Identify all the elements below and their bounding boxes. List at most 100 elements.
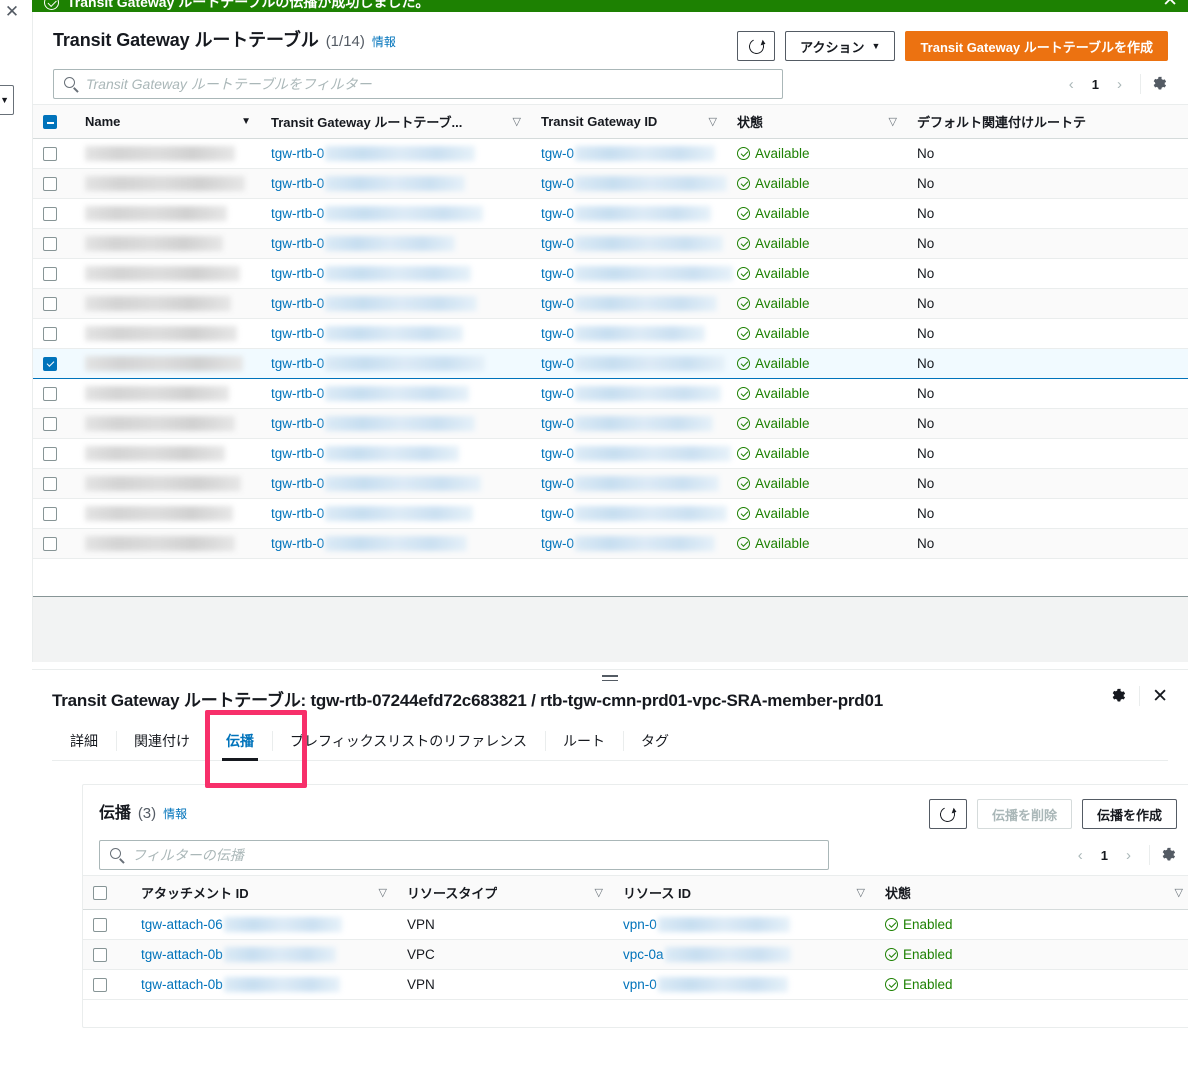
- row-checkbox-cell[interactable]: [33, 528, 75, 559]
- route-table-id-link[interactable]: tgw-rtb-0: [271, 176, 324, 191]
- delete-propagation-button[interactable]: 伝播を削除: [976, 799, 1072, 829]
- table-row[interactable]: tgw-rtb-0 tgw-0 Available No: [33, 498, 1188, 529]
- column-header-resource-type[interactable]: リソースタイプ ▽: [397, 875, 613, 910]
- transit-gateway-id-link[interactable]: tgw-0: [541, 206, 574, 221]
- row-checkbox-cell[interactable]: [33, 258, 75, 289]
- cell-transit-gateway-id[interactable]: tgw-0: [531, 438, 732, 469]
- column-header-state[interactable]: 状態 ▽: [875, 875, 1188, 910]
- edge-close-icon[interactable]: ✕: [2, 2, 22, 22]
- propagations-info-link[interactable]: 情報: [163, 805, 187, 822]
- transit-gateway-id-link[interactable]: tgw-0: [541, 146, 574, 161]
- transit-gateway-id-link[interactable]: tgw-0: [541, 266, 574, 281]
- row-checkbox[interactable]: [43, 237, 57, 252]
- cell-transit-gateway-id[interactable]: tgw-0: [531, 348, 727, 379]
- row-checkbox-cell[interactable]: [83, 969, 131, 1000]
- route-table-id-link[interactable]: tgw-rtb-0: [271, 446, 324, 461]
- tab-1[interactable]: 詳細: [52, 722, 116, 760]
- tab-4[interactable]: プレフィックスリストのリファレンス: [272, 722, 545, 760]
- detail-close-icon[interactable]: ✕: [1152, 687, 1168, 706]
- cell-route-table-id[interactable]: tgw-rtb-0: [261, 228, 531, 259]
- cell-transit-gateway-id[interactable]: tgw-0: [531, 258, 734, 289]
- cell-route-table-id[interactable]: tgw-rtb-0: [261, 348, 531, 379]
- route-table-id-link[interactable]: tgw-rtb-0: [271, 416, 324, 431]
- transit-gateway-id-link[interactable]: tgw-0: [541, 176, 574, 191]
- cell-attachment-id[interactable]: tgw-attach-0b: [131, 969, 397, 1000]
- cell-attachment-id[interactable]: tgw-attach-06: [131, 909, 397, 940]
- detail-preferences-gear-icon[interactable]: [1110, 688, 1127, 705]
- row-checkbox-cell[interactable]: [33, 168, 75, 199]
- row-checkbox[interactable]: [43, 147, 57, 162]
- prev-page-button[interactable]: ‹: [1061, 76, 1082, 93]
- row-checkbox[interactable]: [93, 918, 107, 933]
- flash-close-icon[interactable]: ✕: [1162, 0, 1178, 11]
- column-header-state[interactable]: 状態 ▽: [727, 104, 907, 139]
- page-1-button[interactable]: 1: [1095, 848, 1114, 863]
- row-checkbox[interactable]: [93, 948, 107, 963]
- cell-resource-id[interactable]: vpn-0: [613, 909, 875, 940]
- cell-transit-gateway-id[interactable]: tgw-0: [531, 468, 727, 499]
- route-table-id-link[interactable]: tgw-rtb-0: [271, 536, 324, 551]
- row-checkbox-cell[interactable]: [83, 939, 131, 970]
- row-checkbox[interactable]: [43, 207, 57, 222]
- resource-id-link[interactable]: vpn-0: [623, 977, 657, 992]
- row-checkbox[interactable]: [43, 507, 57, 522]
- refresh-button[interactable]: [737, 31, 776, 61]
- route-table-id-link[interactable]: tgw-rtb-0: [271, 236, 324, 251]
- column-header-route-table-id[interactable]: Transit Gateway ルートテーブ... ▽: [261, 104, 531, 139]
- transit-gateway-id-link[interactable]: tgw-0: [541, 326, 574, 341]
- row-checkbox[interactable]: [43, 387, 57, 402]
- cell-attachment-id[interactable]: tgw-attach-0b: [131, 939, 397, 970]
- propagations-preferences-gear-icon[interactable]: [1160, 847, 1177, 864]
- row-checkbox[interactable]: [43, 327, 57, 342]
- cell-transit-gateway-id[interactable]: tgw-0: [531, 198, 727, 229]
- cell-route-table-id[interactable]: tgw-rtb-0: [261, 528, 531, 559]
- cell-route-table-id[interactable]: tgw-rtb-0: [261, 288, 531, 319]
- column-header-default-association[interactable]: デフォルト関連付けルートテ: [907, 104, 1188, 139]
- route-table-id-link[interactable]: tgw-rtb-0: [271, 386, 324, 401]
- cell-transit-gateway-id[interactable]: tgw-0: [531, 528, 727, 559]
- table-row[interactable]: tgw-attach-0b VPC vpc-0a Enabled: [83, 939, 1188, 970]
- table-row[interactable]: tgw-rtb-0 tgw-0 Available No: [33, 198, 1188, 229]
- row-checkbox[interactable]: [93, 978, 107, 993]
- table-row[interactable]: tgw-rtb-0 tgw-0 Available No: [33, 138, 1188, 169]
- route-table-id-link[interactable]: tgw-rtb-0: [271, 296, 324, 311]
- cell-route-table-id[interactable]: tgw-rtb-0: [261, 198, 531, 229]
- column-header-transit-gateway-id[interactable]: Transit Gateway ID ▽: [531, 104, 727, 139]
- route-table-id-link[interactable]: tgw-rtb-0: [271, 506, 324, 521]
- cell-resource-id[interactable]: vpn-0: [613, 969, 875, 1000]
- row-checkbox[interactable]: [43, 357, 57, 372]
- propagations-search-box[interactable]: [99, 840, 829, 870]
- table-row[interactable]: tgw-rtb-0 tgw-0 Available No: [33, 318, 1188, 349]
- cell-resource-id[interactable]: vpc-0a: [613, 939, 875, 970]
- transit-gateway-id-link[interactable]: tgw-0: [541, 476, 574, 491]
- row-checkbox-cell[interactable]: [33, 288, 75, 319]
- table-row[interactable]: tgw-rtb-0 tgw-0 Available No: [33, 378, 1188, 409]
- cell-transit-gateway-id[interactable]: tgw-0: [531, 408, 727, 439]
- edge-dropdown-button[interactable]: ▼: [0, 85, 14, 115]
- prev-page-button[interactable]: ‹: [1070, 847, 1091, 864]
- row-checkbox-cell[interactable]: [33, 318, 75, 349]
- row-checkbox-cell[interactable]: [33, 198, 75, 229]
- route-table-id-link[interactable]: tgw-rtb-0: [271, 146, 324, 161]
- cell-route-table-id[interactable]: tgw-rtb-0: [261, 408, 531, 439]
- transit-gateway-id-link[interactable]: tgw-0: [541, 296, 574, 311]
- row-checkbox-cell[interactable]: [33, 228, 75, 259]
- select-all-checkbox[interactable]: [43, 115, 57, 130]
- row-checkbox-cell[interactable]: [33, 348, 75, 379]
- transit-gateway-id-link[interactable]: tgw-0: [541, 416, 574, 431]
- column-header-resource-id[interactable]: リソース ID ▽: [613, 875, 875, 910]
- row-checkbox-cell[interactable]: [33, 438, 75, 469]
- row-checkbox[interactable]: [43, 177, 57, 192]
- cell-transit-gateway-id[interactable]: tgw-0: [531, 228, 727, 259]
- table-row[interactable]: tgw-rtb-0 tgw-0 Available No: [33, 258, 1188, 289]
- tab-3[interactable]: 伝播: [208, 722, 272, 761]
- resource-id-link[interactable]: vpn-0: [623, 917, 657, 932]
- row-checkbox-cell[interactable]: [33, 498, 75, 529]
- create-route-table-button[interactable]: Transit Gateway ルートテーブルを作成: [905, 31, 1168, 61]
- tab-5[interactable]: ルート: [545, 722, 623, 760]
- transit-gateway-id-link[interactable]: tgw-0: [541, 356, 574, 371]
- table-row[interactable]: tgw-attach-06 VPN vpn-0 Enabled: [83, 909, 1188, 940]
- tab-2[interactable]: 関連付け: [116, 722, 208, 760]
- list-preferences-gear-icon[interactable]: [1151, 76, 1168, 93]
- info-link[interactable]: 情報: [372, 33, 396, 50]
